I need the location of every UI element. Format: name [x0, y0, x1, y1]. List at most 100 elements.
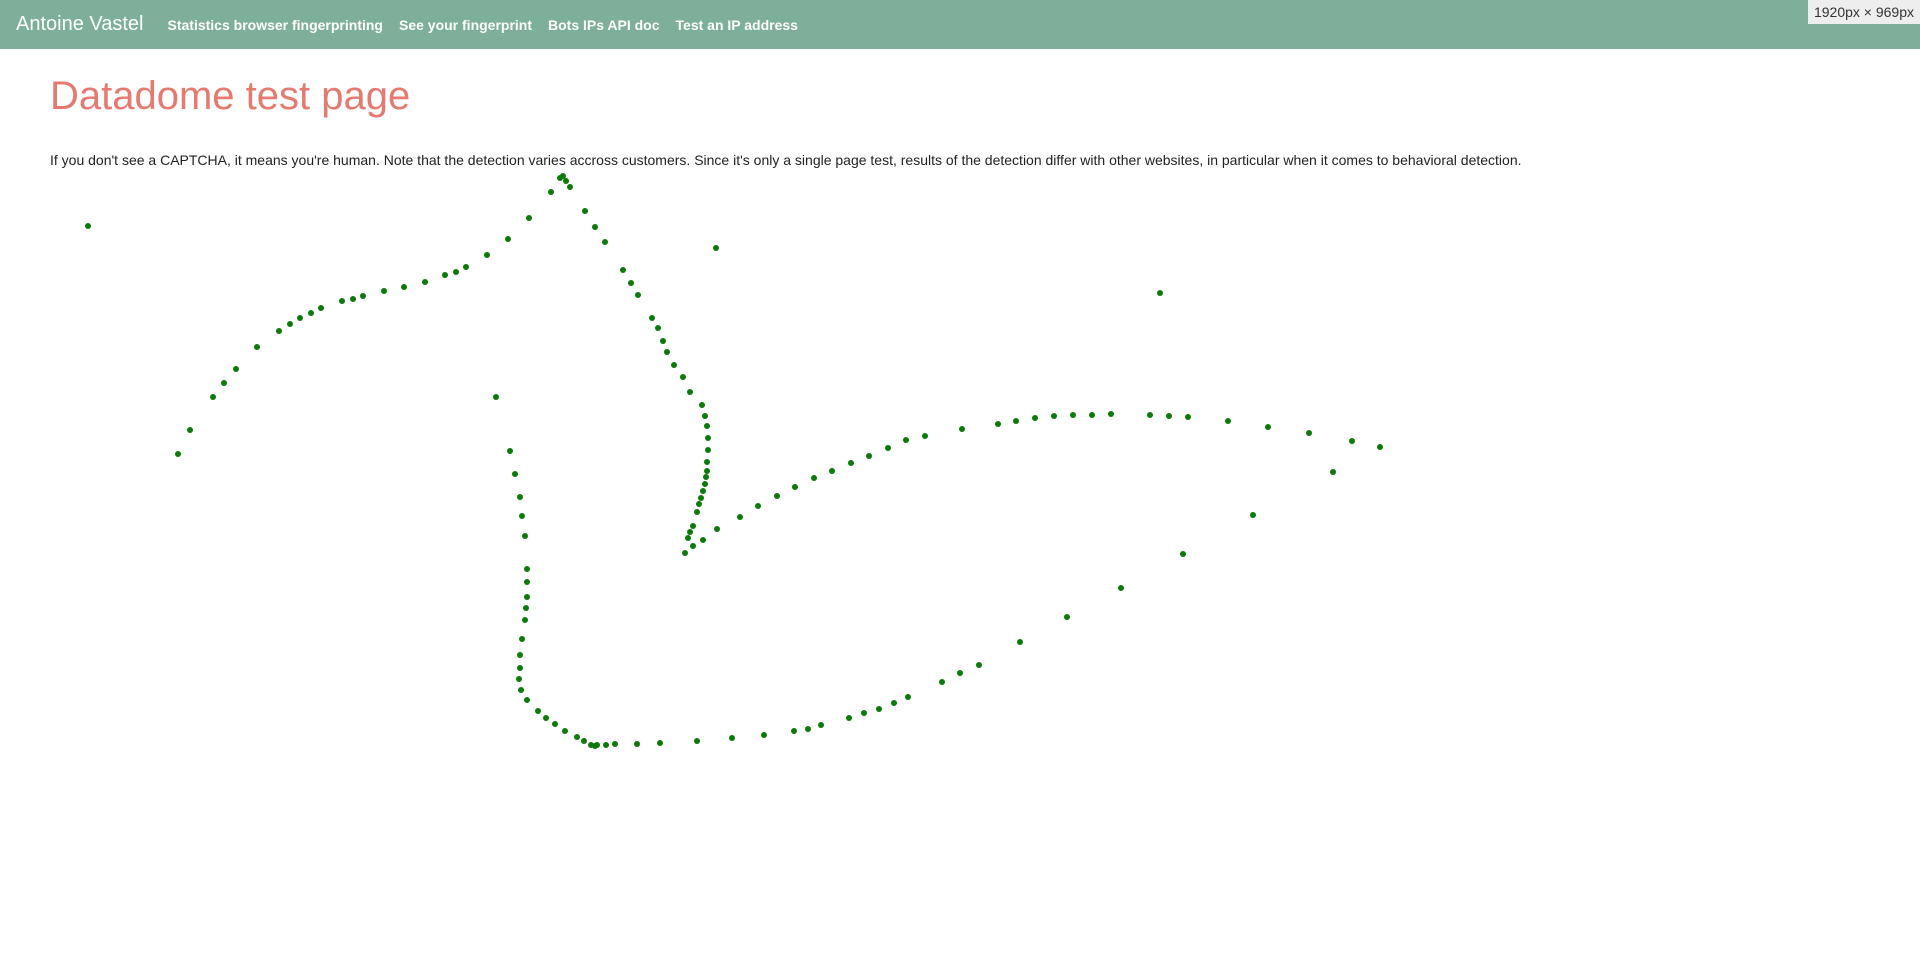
trail-dot — [620, 267, 626, 273]
trail-dot — [221, 380, 227, 386]
trail-dot — [628, 280, 634, 286]
trail-dot — [381, 288, 387, 294]
trail-dot — [1064, 614, 1070, 620]
trail-dot — [714, 526, 720, 532]
trail-dot — [634, 741, 640, 747]
trail-dot — [210, 394, 216, 400]
trail-dot — [690, 543, 696, 549]
trail-dot — [360, 293, 366, 299]
trail-dot — [866, 453, 872, 459]
brand-link[interactable]: Antoine Vastel — [16, 13, 144, 36]
trail-dot — [649, 315, 655, 321]
trail-dot — [524, 594, 530, 600]
trail-dot — [885, 445, 891, 451]
trail-dot — [699, 402, 705, 408]
trail-dot — [976, 662, 982, 668]
trail-dot — [703, 474, 709, 480]
trail-dot — [526, 215, 532, 221]
trail-dot — [442, 272, 448, 278]
trail-dot — [829, 468, 835, 474]
trail-dot — [791, 728, 797, 734]
mouse-trail-dots — [85, 173, 1383, 749]
trail-dot — [696, 501, 702, 507]
trail-dot — [1180, 551, 1186, 557]
trail-dot — [524, 697, 530, 703]
trail-dot — [861, 710, 867, 716]
trail-dot — [557, 175, 563, 181]
trail-dot — [705, 435, 711, 441]
trail-dot — [350, 296, 356, 302]
trail-dot — [704, 459, 710, 465]
nav-link-statistics[interactable]: Statistics browser fingerprinting — [168, 17, 383, 33]
trail-dot — [287, 321, 293, 327]
trail-dot — [1306, 430, 1312, 436]
trail-dot — [818, 722, 824, 728]
trail-dot — [560, 173, 566, 179]
trail-dot — [297, 315, 303, 321]
trail-dot — [737, 514, 743, 520]
trail-dot — [704, 423, 710, 429]
trail-dot — [1250, 512, 1256, 518]
trail-dot — [1147, 412, 1153, 418]
trail-dot — [175, 451, 181, 457]
nav-links: Statistics browser fingerprinting See yo… — [168, 17, 814, 33]
trail-dot — [512, 471, 518, 477]
trail-dot — [524, 566, 530, 572]
trail-dot — [755, 503, 761, 509]
trail-dot — [1032, 415, 1038, 421]
trail-dot — [507, 448, 513, 454]
trail-dot — [543, 715, 549, 721]
trail-dot — [519, 513, 525, 519]
trail-dot — [318, 305, 324, 311]
trail-dot — [995, 421, 1001, 427]
trail-dot — [680, 374, 686, 380]
trail-dot — [588, 742, 594, 748]
trail-dot — [233, 366, 239, 372]
trail-dot — [846, 715, 852, 721]
trail-dot — [685, 535, 691, 541]
trail-dot — [562, 728, 568, 734]
trail-dot — [1108, 411, 1114, 417]
trail-dot — [1017, 639, 1023, 645]
trail-dot — [704, 468, 710, 474]
trail-dot — [254, 344, 260, 350]
trail-dot — [876, 706, 882, 712]
trail-dot — [453, 269, 459, 275]
trail-dot — [1089, 412, 1095, 418]
trail-dot — [603, 742, 609, 748]
trail-dot — [1051, 413, 1057, 419]
trail-dot — [1265, 424, 1271, 430]
trail-dot — [339, 298, 345, 304]
trail-dot — [187, 427, 193, 433]
trail-dot — [594, 742, 600, 748]
trail-dot — [687, 529, 693, 535]
trail-dot — [401, 284, 407, 290]
trail-dot — [774, 493, 780, 499]
trail-dot — [671, 362, 677, 368]
trail-dot — [1013, 418, 1019, 424]
trail-dot — [422, 279, 428, 285]
trail-dot — [694, 509, 700, 515]
trail-dot — [517, 652, 523, 658]
trail-dot — [1377, 444, 1383, 450]
trail-dot — [792, 484, 798, 490]
trail-dot — [517, 665, 523, 671]
nav-link-bots-ips-api[interactable]: Bots IPs API doc — [548, 17, 660, 33]
trail-dot — [1166, 413, 1172, 419]
trail-dot — [655, 325, 661, 331]
trail-dot — [694, 738, 700, 744]
trail-dot — [523, 605, 529, 611]
trail-dot — [582, 208, 588, 214]
trail-dot — [612, 741, 618, 747]
nav-link-test-ip[interactable]: Test an IP address — [676, 17, 798, 33]
trail-dot — [1118, 585, 1124, 591]
nav-link-fingerprint[interactable]: See your fingerprint — [399, 17, 532, 33]
trail-dot — [959, 426, 965, 432]
trail-dot — [505, 236, 511, 242]
viewport-size-badge: 1920px × 969px — [1807, 0, 1920, 24]
trail-dot — [1070, 412, 1076, 418]
trail-dot — [1330, 469, 1336, 475]
trail-dot — [524, 579, 530, 585]
trail-dot — [308, 310, 314, 316]
trail-dot — [903, 437, 909, 443]
